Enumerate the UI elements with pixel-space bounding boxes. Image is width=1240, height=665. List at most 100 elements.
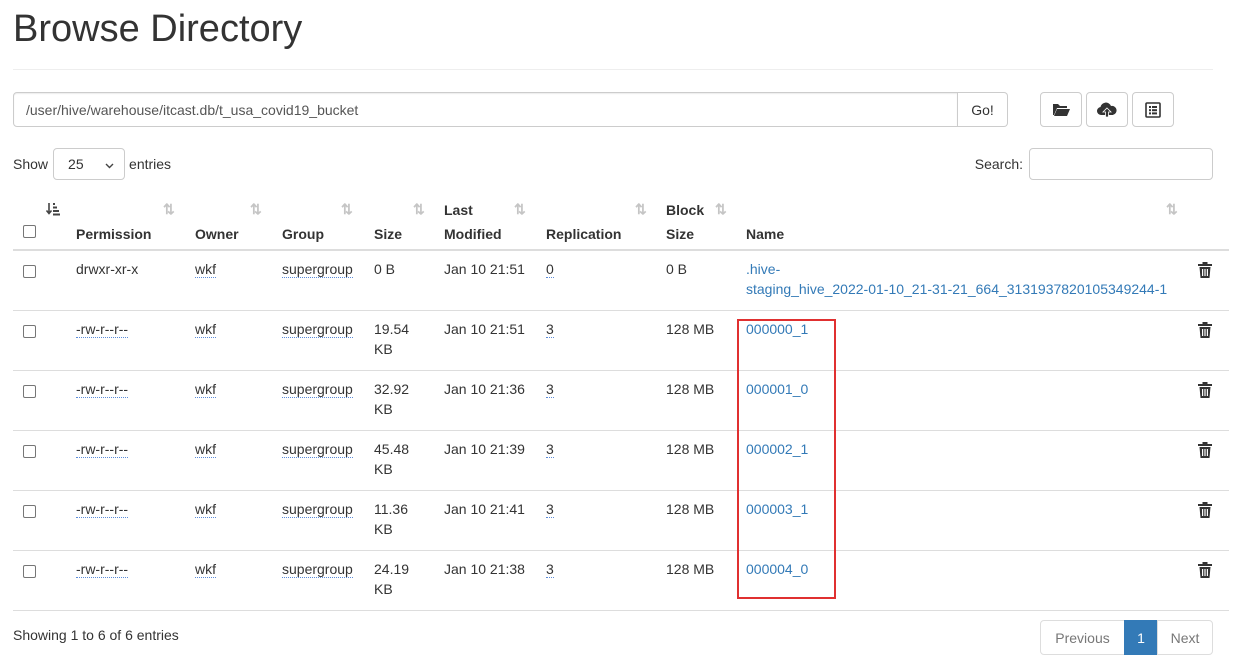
previous-page-button[interactable]: Previous — [1040, 620, 1125, 655]
pagination: Previous 1 Next — [1040, 620, 1213, 655]
permission-cell: drwxr-xr-x — [76, 261, 139, 277]
table-info: Showing 1 to 6 of 6 entries — [13, 627, 179, 643]
header-last-modified-label-2: Modified — [444, 226, 502, 242]
group-cell[interactable]: supergroup — [282, 561, 353, 578]
owner-cell[interactable]: wkf — [195, 441, 216, 458]
create-directory-button[interactable] — [1040, 92, 1082, 127]
size-unit: KB — [374, 341, 393, 357]
row-checkbox[interactable] — [23, 385, 36, 398]
row-checkbox[interactable] — [23, 505, 36, 518]
select-all-checkbox[interactable] — [23, 225, 36, 238]
name-link[interactable]: 000002_1 — [746, 441, 808, 457]
block-size-cell: 128 MB — [666, 501, 715, 517]
size-cell: 32.92 KB — [374, 379, 434, 419]
size-value: 0 B — [374, 261, 396, 277]
group-cell[interactable]: supergroup — [282, 321, 353, 338]
sort-icon: ⇅ — [514, 201, 526, 217]
name-cell: 000004_0 — [746, 559, 1191, 579]
table-row: -rw-r--r-- wkf supergroup 45.48 KB Jan 10 21:… — [13, 431, 1229, 491]
permission-cell[interactable]: -rw-r--r-- — [76, 381, 129, 398]
name-link[interactable]: 000000_1 — [746, 321, 808, 337]
chevron-down-icon — [105, 156, 114, 172]
sort-active-icon[interactable] — [45, 202, 60, 218]
path-bar: Go! — [13, 92, 1008, 127]
block-size-cell: 128 MB — [666, 441, 715, 457]
modified-cell: Jan 10 21:51 — [444, 321, 525, 337]
modified-cell: Jan 10 21:36 — [444, 381, 525, 397]
header-name[interactable]: Name ⇅ — [746, 200, 1186, 244]
page-1-button[interactable]: 1 — [1124, 620, 1158, 655]
group-cell[interactable]: supergroup — [282, 501, 353, 518]
row-checkbox[interactable] — [23, 565, 36, 578]
group-cell[interactable]: supergroup — [282, 261, 353, 278]
permission-cell[interactable]: -rw-r--r-- — [76, 501, 129, 518]
row-checkbox[interactable] — [23, 265, 36, 278]
trash-icon[interactable] — [1198, 322, 1212, 341]
size-unit: KB — [374, 581, 393, 597]
row-checkbox[interactable] — [23, 325, 36, 338]
size-value: 19.54 — [374, 321, 410, 337]
permission-cell[interactable]: -rw-r--r-- — [76, 321, 129, 338]
modified-cell: Jan 10 21:38 — [444, 561, 525, 577]
header-replication[interactable]: Replication ⇅ — [546, 200, 666, 244]
trash-icon[interactable] — [1198, 442, 1212, 461]
group-cell[interactable]: supergroup — [282, 441, 353, 458]
name-text: .hive- — [746, 261, 781, 277]
name-cell: 000000_1 — [746, 319, 1191, 339]
header-block-size[interactable]: Block Size ⇅ — [666, 200, 746, 244]
row-checkbox[interactable] — [23, 445, 36, 458]
size-value: 32.92 — [374, 381, 410, 397]
cut-paste-button[interactable] — [1132, 92, 1174, 127]
page-title: Browse Directory — [13, 8, 303, 50]
trash-icon[interactable] — [1198, 502, 1212, 521]
replication-cell[interactable]: 3 — [546, 561, 554, 578]
replication-cell[interactable]: 3 — [546, 321, 554, 338]
header-group[interactable]: Group ⇅ — [282, 200, 374, 244]
next-page-button[interactable]: Next — [1157, 620, 1213, 655]
trash-icon[interactable] — [1198, 262, 1212, 281]
header-group-label: Group — [282, 226, 324, 242]
entries-label: entries — [129, 156, 172, 172]
name-link[interactable]: 000004_0 — [746, 561, 808, 577]
header-size[interactable]: Size ⇅ — [374, 200, 444, 244]
list-alt-icon — [1145, 101, 1161, 118]
replication-cell[interactable]: 3 — [546, 501, 554, 518]
trash-icon[interactable] — [1198, 382, 1212, 401]
trash-icon[interactable] — [1198, 562, 1212, 581]
permission-cell[interactable]: -rw-r--r-- — [76, 561, 129, 578]
sort-icon: ⇅ — [163, 201, 175, 217]
replication-cell[interactable]: 3 — [546, 441, 554, 458]
permission-cell[interactable]: -rw-r--r-- — [76, 441, 129, 458]
header-permission[interactable]: Permission ⇅ — [76, 200, 196, 244]
name-cell: 000003_1 — [746, 499, 1191, 519]
go-button[interactable]: Go! — [958, 92, 1008, 127]
header-size-label: Size — [374, 226, 403, 242]
header-last-modified[interactable]: Last Modified ⇅ — [444, 200, 546, 244]
header-owner[interactable]: Owner ⇅ — [195, 200, 282, 244]
name-cell: .hive-staging_hive_2022-01-10_21-31-21_6… — [746, 259, 1191, 299]
replication-cell[interactable]: 3 — [546, 381, 554, 398]
entries-select[interactable]: 25 — [53, 148, 126, 180]
sort-icon: ⇅ — [1166, 201, 1178, 217]
name-link[interactable]: 000003_1 — [746, 501, 808, 517]
owner-cell[interactable]: wkf — [195, 381, 216, 398]
sort-icon: ⇅ — [715, 201, 727, 217]
path-input[interactable] — [13, 92, 958, 127]
replication-cell[interactable]: 0 — [546, 261, 554, 278]
name-link[interactable]: .hive-staging_hive_2022-01-10_21-31-21_6… — [746, 261, 1167, 297]
header-owner-label: Owner — [195, 226, 239, 242]
name-text: 000000_1 — [746, 321, 809, 337]
table-row: -rw-r--r-- wkf supergroup 32.92 KB Jan 10 21:… — [13, 371, 1229, 431]
owner-cell[interactable]: wkf — [195, 321, 216, 338]
table-row: -rw-r--r-- wkf supergroup 19.54 KB Jan 10 21:… — [13, 311, 1229, 371]
show-label: Show — [13, 156, 49, 172]
upload-files-button[interactable] — [1086, 92, 1128, 127]
search-input[interactable] — [1029, 148, 1213, 180]
owner-cell[interactable]: wkf — [195, 261, 216, 278]
group-cell[interactable]: supergroup — [282, 381, 353, 398]
header-block-size-label: Block — [666, 202, 705, 218]
name-link[interactable]: 000001_0 — [746, 381, 808, 397]
owner-cell[interactable]: wkf — [195, 501, 216, 518]
owner-cell[interactable]: wkf — [195, 561, 216, 578]
header-permission-label: Permission — [76, 226, 152, 242]
